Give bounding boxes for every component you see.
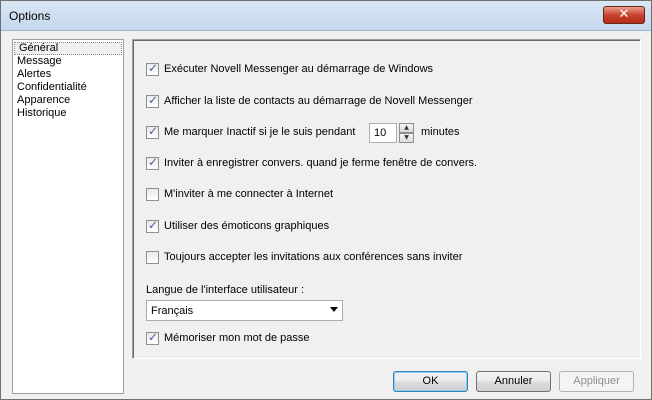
checkbox[interactable]: ✓: [146, 61, 159, 76]
checkbox[interactable]: ✓: [146, 93, 159, 108]
category-item-history[interactable]: Historique: [13, 107, 123, 120]
spin-down-icon[interactable]: ▼: [399, 133, 414, 143]
option-label: Mémoriser mon mot de passe: [164, 332, 310, 344]
ok-button[interactable]: OK: [393, 371, 468, 392]
option-label: M'inviter à me connecter à Internet: [164, 188, 334, 200]
option-label: Inviter à enregistrer convers. quand je …: [164, 157, 478, 169]
category-list: Général Message Alertes Confidentialité …: [12, 39, 124, 394]
spin-up-icon[interactable]: ▲: [399, 123, 414, 133]
general-settings-panel: ✓ Exécuter Novell Messenger au démarrage…: [132, 39, 641, 359]
category-item-message[interactable]: Message: [13, 55, 123, 68]
category-item-general[interactable]: Général: [14, 42, 122, 55]
checkmark-icon: ✓: [148, 61, 159, 75]
chevron-down-icon: [330, 307, 338, 312]
checkbox[interactable]: ✓: [146, 218, 159, 233]
idle-minutes-unit: minutes: [421, 126, 460, 138]
option-label: Afficher la liste de contacts au démarra…: [164, 95, 473, 107]
checkbox[interactable]: ✓: [146, 330, 159, 345]
cancel-button[interactable]: Annuler: [476, 371, 551, 392]
checkmark-icon: ✓: [148, 218, 159, 232]
language-select-value: Français: [151, 305, 194, 317]
title-bar: Options ✕: [1, 1, 651, 31]
language-select[interactable]: Français: [146, 300, 343, 321]
checkbox[interactable]: [146, 188, 159, 201]
idle-minutes-stepper[interactable]: ▲ ▼: [399, 123, 414, 143]
checkmark-icon: ✓: [148, 124, 159, 138]
category-item-alerts[interactable]: Alertes: [13, 68, 123, 81]
checkmark-icon: ✓: [148, 330, 159, 344]
close-button[interactable]: ✕: [603, 6, 645, 24]
idle-minutes-input[interactable]: 10: [369, 123, 397, 143]
checkbox[interactable]: ✓: [146, 155, 159, 170]
apply-button[interactable]: Appliquer: [559, 371, 634, 392]
checkbox[interactable]: [146, 251, 159, 264]
category-item-privacy[interactable]: Confidentialité: [13, 81, 123, 94]
options-dialog: Options ✕ Général Message Alertes Confid…: [0, 0, 652, 400]
checkmark-icon: ✓: [148, 155, 159, 169]
category-item-appearance[interactable]: Apparence: [13, 94, 123, 107]
option-label: Me marquer Inactif si je le suis pendant: [164, 126, 356, 138]
option-label: Utiliser des émoticons graphiques: [164, 220, 330, 232]
checkbox[interactable]: ✓: [146, 124, 159, 139]
language-label: Langue de l'interface utilisateur :: [146, 284, 305, 296]
option-label: Toujours accepter les invitations aux co…: [164, 251, 463, 263]
option-label: Exécuter Novell Messenger au démarrage d…: [164, 63, 434, 75]
window-title: Options: [9, 9, 51, 23]
checkmark-icon: ✓: [148, 93, 159, 107]
